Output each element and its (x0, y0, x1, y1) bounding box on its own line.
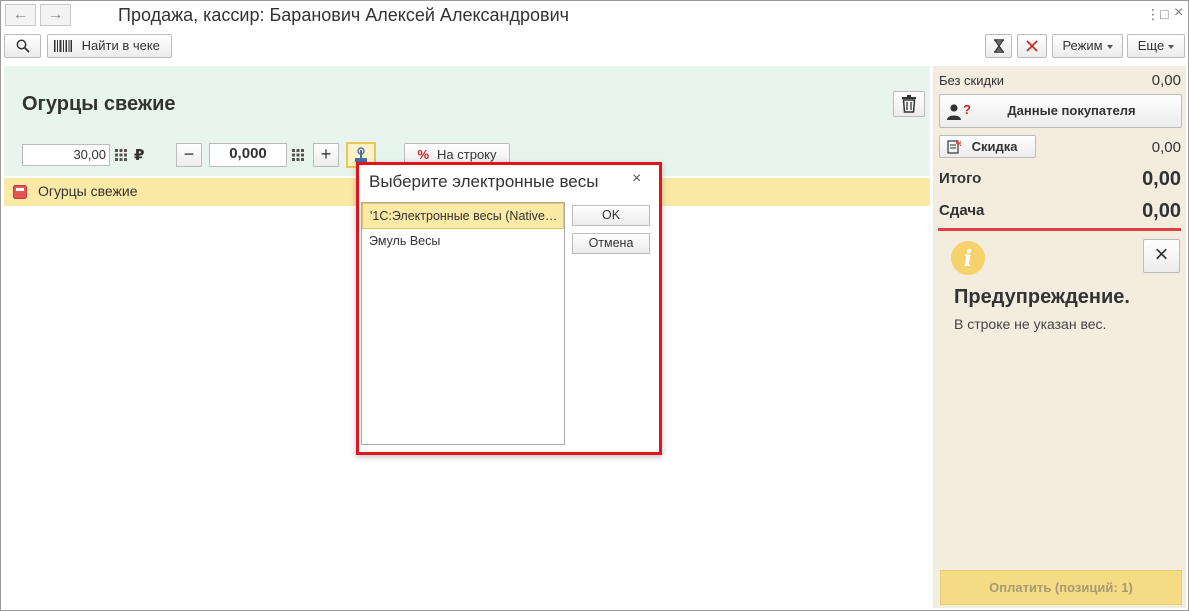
svg-text:?: ? (963, 103, 971, 117)
decrease-quantity-button[interactable]: − (176, 143, 202, 167)
find-in-receipt-label: Найти в чеке (81, 38, 160, 53)
window-menu-icon[interactable]: ⋮ (1146, 6, 1160, 23)
discount-label: Скидка (971, 139, 1018, 154)
price-value: 30,00 (73, 147, 106, 162)
search-icon (16, 39, 30, 53)
product-title: Огурцы свежие (22, 93, 176, 115)
cancel-receipt-button[interactable] (1017, 34, 1047, 58)
more-label: Еще (1137, 38, 1165, 53)
close-icon: × (1154, 241, 1169, 268)
warning-close-button[interactable]: × (1143, 239, 1180, 273)
scales-item-label: Эмуль Весы (369, 234, 441, 248)
row-product-name: Огурцы свежие (38, 183, 138, 199)
warning-divider (938, 228, 1181, 231)
buyer-data-button[interactable]: ? Данные покупателя (939, 94, 1182, 128)
price-input[interactable]: 30,00 (22, 144, 110, 166)
scales-item-label: '1С:Электронные весы (Native… (370, 209, 558, 223)
maximize-icon[interactable]: □ (1160, 6, 1168, 22)
per-line-label: На строку (437, 147, 497, 162)
find-in-receipt-button[interactable]: Найти в чеке (47, 34, 172, 58)
scales-icon (355, 147, 367, 162)
forward-button[interactable]: → (40, 4, 71, 26)
back-button[interactable]: ← (5, 4, 36, 26)
trash-icon (902, 95, 916, 113)
discount-value: 0,00 (1151, 139, 1181, 156)
dialog-title: Выберите электронные весы (369, 172, 599, 191)
chevron-down-icon (1168, 44, 1175, 49)
back-arrow-icon: ← (12, 6, 29, 23)
pay-label: Оплатить (позиций: 1) (989, 580, 1133, 595)
pay-button[interactable]: Оплатить (позиций: 1) (940, 570, 1182, 605)
change-value: 0,00 (1142, 200, 1181, 222)
cancel-label: Отмена (588, 236, 634, 250)
mode-label: Режим (1062, 38, 1103, 53)
cancel-button[interactable]: Отмена (572, 233, 650, 254)
calculator-icon[interactable] (288, 145, 308, 165)
no-discount-value: 0,00 (1151, 72, 1181, 89)
user-question-icon: ? (947, 103, 971, 120)
delete-line-button[interactable] (893, 91, 925, 117)
dialog-close-icon[interactable]: × (632, 170, 641, 188)
window-close-icon[interactable]: × (1174, 4, 1183, 22)
chevron-down-icon (1106, 44, 1113, 49)
no-discount-label: Без скидки (939, 73, 1005, 88)
svg-text:%: % (956, 141, 961, 148)
ok-label: OK (601, 208, 621, 222)
total-value: 0,00 (1142, 168, 1181, 190)
more-dropdown[interactable]: Еще (1127, 34, 1185, 58)
warning-title: Предупреждение. (954, 286, 1130, 308)
quantity-input[interactable]: 0,000 (209, 143, 287, 167)
minus-icon: − (183, 144, 195, 164)
change-label: Сдача (939, 202, 985, 219)
discount-button[interactable]: % Скидка (939, 135, 1036, 158)
product-box-icon (13, 185, 27, 199)
svg-text:i: i (964, 246, 972, 272)
discount-icon: % (947, 140, 961, 154)
total-label: Итого (939, 170, 982, 187)
currency-sign: ₽ (134, 147, 145, 164)
forward-arrow-icon: → (47, 6, 64, 23)
list-item[interactable]: '1С:Электронные весы (Native… (362, 203, 564, 229)
mode-dropdown[interactable]: Режим (1052, 34, 1123, 58)
warning-message: В строке не указан вес. (954, 316, 1107, 332)
increase-quantity-button[interactable]: + (313, 143, 339, 167)
ok-button[interactable]: OK (572, 205, 650, 226)
window-title: Продажа, кассир: Баранович Алексей Алекс… (118, 5, 570, 25)
quantity-value: 0,000 (229, 145, 267, 162)
percent-icon: % (417, 147, 430, 162)
plus-icon: + (320, 144, 332, 164)
hourglass-icon (993, 39, 1004, 53)
buyer-data-label: Данные покупателя (1007, 103, 1136, 118)
calculator-icon[interactable] (111, 145, 131, 165)
list-item[interactable]: Эмуль Весы (362, 229, 564, 255)
info-icon: i (951, 241, 985, 275)
search-button[interactable] (4, 34, 41, 58)
barcode-icon (54, 39, 72, 52)
hourglass-button[interactable] (985, 34, 1012, 58)
red-cross-icon (1026, 40, 1038, 52)
